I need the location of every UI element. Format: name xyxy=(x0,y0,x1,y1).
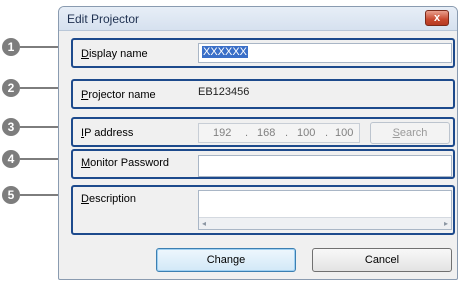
ip-address-row: IP address 192 . 168 . 100 . 100 Search xyxy=(71,117,455,147)
ip-octet-1: 192 xyxy=(213,127,232,139)
projector-name-label: Projector name xyxy=(81,89,156,101)
ip-address-field: 192 . 168 . 100 . 100 xyxy=(198,123,360,143)
ip-octet-3: 100 xyxy=(297,127,316,139)
description-scrollbar[interactable]: ◂ ▸ xyxy=(199,217,451,229)
projector-name-value: EB123456 xyxy=(198,86,398,104)
edit-projector-dialog: Edit Projector x Display name XXXXXX Pro… xyxy=(58,6,458,280)
scroll-left-icon[interactable]: ◂ xyxy=(202,218,206,230)
cancel-button[interactable]: Cancel xyxy=(312,248,452,272)
ip-separator-3: . xyxy=(325,127,329,139)
ip-separator-2: . xyxy=(285,127,289,139)
change-button[interactable]: Change xyxy=(156,248,296,272)
callout-3: 3 xyxy=(2,118,20,136)
projector-name-row: Projector name EB123456 xyxy=(71,79,455,109)
description-row: Description ◂ ▸ xyxy=(71,185,455,235)
callout-1: 1 xyxy=(2,38,20,56)
callout-4: 4 xyxy=(2,150,20,168)
ip-address-label: IP address xyxy=(81,127,134,139)
title-bar: Edit Projector x xyxy=(59,7,457,31)
description-label: Description xyxy=(81,193,137,205)
ip-separator-1: . xyxy=(245,127,249,139)
scroll-right-icon[interactable]: ▸ xyxy=(444,218,448,230)
ip-octet-4: 100 xyxy=(335,127,354,139)
close-button[interactable]: x xyxy=(425,10,449,26)
display-name-field[interactable]: XXXXXX xyxy=(198,43,452,63)
monitor-password-field[interactable] xyxy=(198,155,452,177)
display-name-value: XXXXXX xyxy=(202,46,249,58)
monitor-password-row: Monitor Password xyxy=(71,149,455,179)
display-name-row: Display name XXXXXX xyxy=(71,38,455,68)
display-name-label: Display name xyxy=(81,48,148,60)
ip-octet-2: 168 xyxy=(257,127,276,139)
description-field[interactable]: ◂ ▸ xyxy=(198,190,452,230)
search-button[interactable]: Search xyxy=(370,122,450,144)
dialog-title: Edit Projector xyxy=(67,12,140,26)
monitor-password-label: Monitor Password xyxy=(81,157,170,169)
callout-2: 2 xyxy=(2,79,20,97)
close-icon: x xyxy=(433,12,441,24)
callout-5: 5 xyxy=(2,186,20,204)
